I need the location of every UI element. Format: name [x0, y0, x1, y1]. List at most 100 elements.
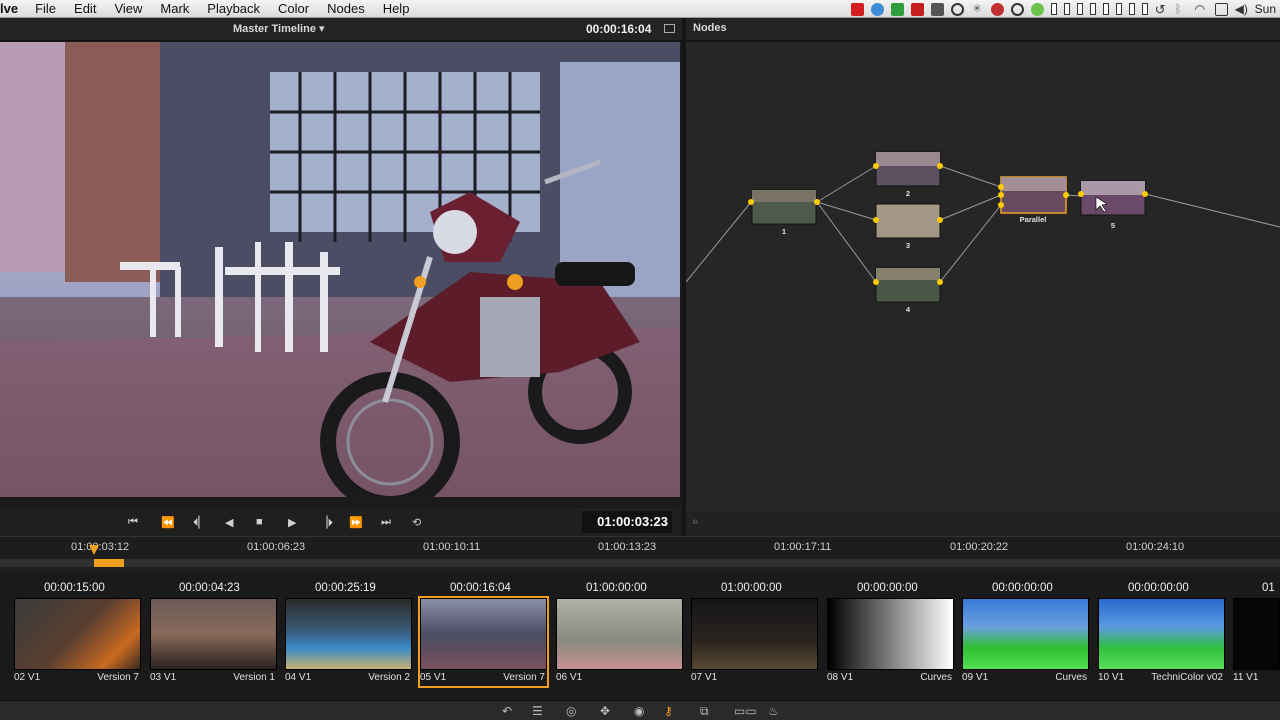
go-to-end-icon[interactable]: ⏭ [381, 516, 391, 529]
clip-image [556, 598, 683, 670]
ruler-label: 01:00:03:12 [71, 541, 130, 553]
next-frame-icon[interactable]: ▕⏵ [319, 516, 333, 530]
volume-icon[interactable]: ◀) [1235, 2, 1248, 16]
clip-image [691, 598, 818, 670]
cpu-meter-icon [1063, 3, 1070, 15]
clip-image [1233, 598, 1280, 670]
app-tray-icon[interactable] [910, 2, 924, 16]
clip-timecode: 00:00:00:00 [857, 582, 918, 594]
clip-thumbnail[interactable]: 08 V1 Curves [827, 598, 954, 686]
app-menu[interactable]: lve [0, 1, 26, 16]
clip-label: 02 V1 [14, 672, 41, 683]
viewer-mode-icon[interactable] [664, 24, 675, 33]
node-graph[interactable]: 1 2 3 4 Parallel 5 [685, 42, 1280, 512]
clip-thumbnail[interactable]: 02 V1 Version 7 [14, 598, 141, 686]
previous-frame-icon[interactable]: ⏴▏ [193, 516, 207, 530]
node-5[interactable] [1078, 180, 1148, 216]
keyboard-icon[interactable] [1214, 2, 1228, 16]
curves-icon[interactable]: ↶ [502, 704, 512, 718]
node-label: 2 [906, 189, 910, 198]
cpu-meter-icon [1102, 3, 1109, 15]
clip-thumbnail[interactable]: 04 V1 Version 2 [285, 598, 412, 686]
play-reverse-icon[interactable]: ◀ [225, 516, 233, 529]
wifi-icon[interactable]: ◠ [1195, 2, 1208, 16]
loop-icon[interactable]: ⟲ [412, 516, 421, 529]
clip-timecode: 01:00:00:00 [586, 582, 647, 594]
clip-timecode: 00:00:16:04 [450, 582, 511, 594]
fast-forward-icon[interactable]: ⏩ [349, 516, 363, 529]
record-dot-icon[interactable] [990, 2, 1004, 16]
gear-icon[interactable]: ✳ [971, 3, 984, 16]
ruler-label: 01:00:13:23 [598, 541, 657, 553]
node-3[interactable] [873, 203, 943, 239]
viewer-image[interactable] [0, 42, 680, 497]
menu-nodes[interactable]: Nodes [318, 1, 374, 16]
sync-icon[interactable] [870, 2, 884, 16]
menu-playback[interactable]: Playback [198, 1, 269, 16]
timeline-track[interactable] [0, 559, 1280, 567]
evernote-icon[interactable] [890, 2, 904, 16]
clip-thumbnail[interactable]: 09 V1 Curves [962, 598, 1089, 686]
clip-timecode: 00:00:04:23 [179, 582, 240, 594]
clip-label: 11 V1 [1233, 672, 1259, 683]
clip-label: 09 V1 [962, 672, 989, 683]
menu-edit[interactable]: Edit [65, 1, 105, 16]
status-icon[interactable] [1030, 2, 1044, 16]
node-label: Parallel [1020, 215, 1047, 224]
menu-view[interactable]: View [105, 1, 151, 16]
qualifier-icon[interactable]: ☰ [532, 704, 543, 718]
clip-thumbnail[interactable]: 11 V1 [1233, 598, 1280, 686]
play-icon[interactable]: ▶ [288, 516, 296, 529]
clock-text[interactable]: Sun [1255, 2, 1276, 16]
menu-help[interactable]: Help [374, 1, 419, 16]
clip-timecode: 01:00:00:00 [721, 582, 782, 594]
cpu-meter-icon [1076, 3, 1083, 15]
timer-icon[interactable] [950, 2, 964, 16]
node-4[interactable] [873, 267, 943, 303]
rewind-icon[interactable]: ⏪ [161, 516, 175, 529]
window-icon[interactable]: ◎ [566, 704, 576, 718]
clip-label: 04 V1 [285, 672, 312, 683]
go-to-start-icon[interactable]: ⏮ [128, 516, 138, 529]
clip-version: TechniColor v02 [1151, 672, 1223, 683]
node-1[interactable] [748, 189, 820, 225]
clip-label: 08 V1 [827, 672, 854, 683]
circle-icon[interactable] [1010, 2, 1024, 16]
clip-timecode: 00:00:00:00 [1128, 582, 1189, 594]
menu-mark[interactable]: Mark [151, 1, 198, 16]
nodes-footer: » [686, 512, 1280, 536]
clip-thumbnail-selected[interactable]: 05 V1 Version 7 [418, 596, 549, 688]
menu-color[interactable]: Color [269, 1, 318, 16]
clip-thumbnail[interactable]: 07 V1 [691, 598, 818, 686]
timeline-selector[interactable]: Master Timeline ▾ [233, 22, 325, 35]
clip-version: Version 1 [233, 672, 275, 683]
ruler-label: 01:00:17:11 [774, 541, 832, 553]
expand-icon[interactable]: » [692, 516, 698, 528]
flame-icon[interactable]: ♨ [768, 704, 779, 718]
key-icon[interactable]: ⚷ [664, 704, 673, 718]
stereo-icon[interactable]: ▭▭ [734, 704, 757, 718]
clip-image [285, 598, 412, 670]
printer-icon[interactable] [930, 2, 944, 16]
bluetooth-icon[interactable]: ᛒ [1175, 2, 1188, 16]
clip-timecode: 00:00:00:00 [992, 582, 1053, 594]
timeline-ruler[interactable]: 01:00:03:12 01:00:06:23 01:00:10:11 01:0… [0, 536, 1280, 570]
viewer-timecode: 00:00:16:04 [586, 22, 652, 36]
clip-image [1098, 598, 1225, 670]
sizing-icon[interactable]: ⧉ [700, 704, 709, 719]
clip-image [962, 598, 1089, 670]
clip-thumbnail[interactable]: 10 V1 TechniColor v02 [1098, 598, 1225, 686]
node-label: 3 [906, 241, 910, 250]
time-machine-icon[interactable]: ↺ [1155, 3, 1168, 16]
menu-file[interactable]: File [26, 1, 65, 16]
clip-thumbnail[interactable]: 06 V1 [556, 598, 683, 686]
record-icon[interactable] [850, 2, 864, 16]
clip-label: 07 V1 [691, 672, 718, 683]
stop-icon[interactable]: ■ [256, 516, 263, 528]
clip-thumbnail[interactable]: 03 V1 Version 1 [150, 598, 277, 686]
node-parallel[interactable] [998, 176, 1069, 214]
blur-icon[interactable]: ◉ [634, 704, 644, 718]
tracker-icon[interactable]: ✥ [600, 704, 610, 718]
node-2[interactable] [873, 151, 943, 187]
clip-timecode: 00:00:25:19 [315, 582, 376, 594]
